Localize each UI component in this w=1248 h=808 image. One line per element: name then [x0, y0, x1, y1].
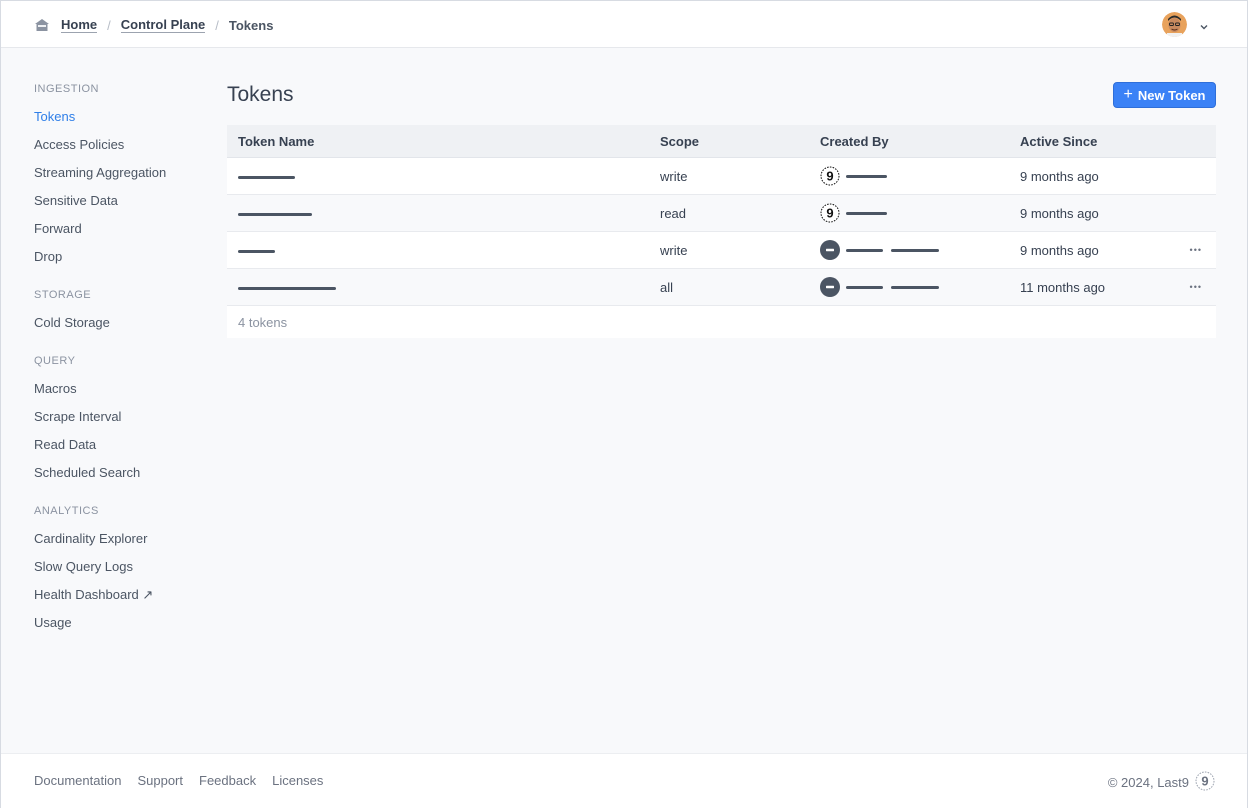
sidebar-section-analytics: ANALYTICS Cardinality Explorer Slow Quer… — [34, 503, 204, 637]
sidebar-item-usage[interactable]: Usage — [34, 609, 204, 637]
last9-logo-icon: 9 — [820, 203, 840, 223]
sidebar-item-health-dashboard[interactable]: Health Dashboard ↗ — [34, 581, 204, 609]
active-since: 9 months ago — [1020, 205, 1099, 221]
footer-link-documentation[interactable]: Documentation — [34, 773, 121, 788]
token-name-redacted — [227, 169, 660, 184]
home-icon[interactable] — [34, 16, 52, 34]
sidebar-item-sensitive-data[interactable]: Sensitive Data — [34, 187, 204, 215]
user-minus-icon — [820, 240, 840, 260]
table-row[interactable]: read 9 9 months ago — [227, 195, 1216, 232]
page-title: Tokens — [227, 83, 294, 106]
table-header: Token Name Scope Created By Active Since — [227, 125, 1216, 158]
created-by: 9 — [820, 166, 1020, 186]
copyright: © 2024, Last9 9 — [1108, 771, 1215, 794]
footer-link-feedback[interactable]: Feedback — [199, 773, 256, 788]
sidebar-item-read-data[interactable]: Read Data — [34, 431, 204, 459]
token-scope: write — [660, 242, 688, 258]
copyright-text: © 2024, Last9 — [1107, 775, 1189, 790]
sidebar-section-storage: STORAGE Cold Storage — [34, 287, 204, 337]
sidebar-item-forward[interactable]: Forward — [34, 215, 204, 243]
sidebar-item-scheduled-search[interactable]: Scheduled Search — [34, 459, 204, 487]
sidebar-item-cardinality-explorer[interactable]: Cardinality Explorer — [34, 525, 204, 553]
sidebar-section-query: QUERY Macros Scrape Interval Read Data S… — [34, 353, 204, 487]
breadcrumb-control-plane[interactable]: Control Plane — [120, 17, 206, 33]
new-token-button-label: New Token — [1137, 87, 1206, 103]
top-header: Home / Control Plane / Tokens — [1, 1, 1247, 48]
plus-icon: + — [1123, 86, 1133, 103]
avatar[interactable] — [1162, 12, 1187, 37]
sidebar-item-tokens[interactable]: Tokens — [34, 103, 204, 131]
sidebar-item-slow-query-logs[interactable]: Slow Query Logs — [34, 553, 204, 581]
user-minus-icon — [820, 277, 840, 297]
active-since: 11 months ago — [1020, 279, 1106, 295]
breadcrumb-separator: / — [107, 17, 111, 33]
sidebar-section-title: STORAGE — [34, 289, 92, 301]
column-header-scope[interactable]: Scope — [660, 134, 820, 149]
token-name-redacted — [227, 206, 660, 221]
table-row[interactable]: all 11 months ago ••• — [227, 269, 1216, 306]
token-count: 4 tokens — [227, 306, 1216, 338]
sidebar: INGESTION Tokens Access Policies Streami… — [34, 81, 204, 637]
page-footer: Documentation Support Feedback Licenses … — [1, 753, 1247, 808]
column-header-active-since[interactable]: Active Since — [1020, 134, 1170, 149]
active-since: 9 months ago — [1020, 242, 1099, 258]
sidebar-item-cold-storage[interactable]: Cold Storage — [34, 309, 204, 337]
svg-text:9: 9 — [826, 206, 833, 221]
breadcrumb: Home / Control Plane / Tokens — [34, 15, 273, 35]
user-menu[interactable] — [1162, 12, 1209, 37]
token-scope: write — [660, 168, 688, 184]
created-by — [820, 277, 1020, 297]
active-since: 9 months ago — [1020, 168, 1099, 184]
sidebar-item-access-policies[interactable]: Access Policies — [34, 131, 204, 159]
chevron-down-icon[interactable] — [1199, 20, 1209, 30]
sidebar-section-ingestion: INGESTION Tokens Access Policies Streami… — [34, 81, 204, 271]
column-header-token-name[interactable]: Token Name — [227, 134, 660, 149]
column-header-created-by[interactable]: Created By — [820, 134, 1020, 149]
svg-text:9: 9 — [826, 169, 833, 184]
created-by: 9 — [820, 203, 1020, 223]
breadcrumb-separator: / — [215, 17, 219, 33]
sidebar-section-title: QUERY — [34, 355, 76, 367]
token-scope: all — [660, 279, 674, 295]
sidebar-section-title: INGESTION — [34, 83, 100, 95]
footer-links: Documentation Support Feedback Licenses — [34, 773, 323, 788]
svg-text:9: 9 — [1201, 774, 1208, 789]
last9-logo-icon: 9 — [1195, 771, 1215, 794]
new-token-button[interactable]: + New Token — [1113, 82, 1216, 108]
tokens-table: Token Name Scope Created By Active Since… — [227, 125, 1216, 338]
sidebar-item-scrape-interval[interactable]: Scrape Interval — [34, 403, 204, 431]
more-options-icon[interactable]: ••• — [1190, 245, 1202, 255]
sidebar-section-title: ANALYTICS — [34, 505, 99, 517]
sidebar-item-drop[interactable]: Drop — [34, 243, 204, 271]
token-name-redacted — [227, 243, 660, 258]
footer-link-licenses[interactable]: Licenses — [272, 773, 323, 788]
table-row[interactable]: write 9 9 months ago — [227, 158, 1216, 195]
table-row[interactable]: write 9 months ago ••• — [227, 232, 1216, 269]
footer-link-support[interactable]: Support — [137, 773, 183, 788]
breadcrumb-home[interactable]: Home — [61, 17, 98, 33]
last9-logo-icon: 9 — [820, 166, 840, 186]
more-options-icon[interactable]: ••• — [1190, 282, 1202, 292]
token-name-redacted — [227, 280, 660, 295]
created-by — [820, 240, 1020, 260]
sidebar-item-streaming-aggregation[interactable]: Streaming Aggregation — [34, 159, 204, 187]
sidebar-item-macros[interactable]: Macros — [34, 375, 204, 403]
breadcrumb-current: Tokens — [228, 17, 274, 33]
token-scope: read — [660, 205, 687, 221]
